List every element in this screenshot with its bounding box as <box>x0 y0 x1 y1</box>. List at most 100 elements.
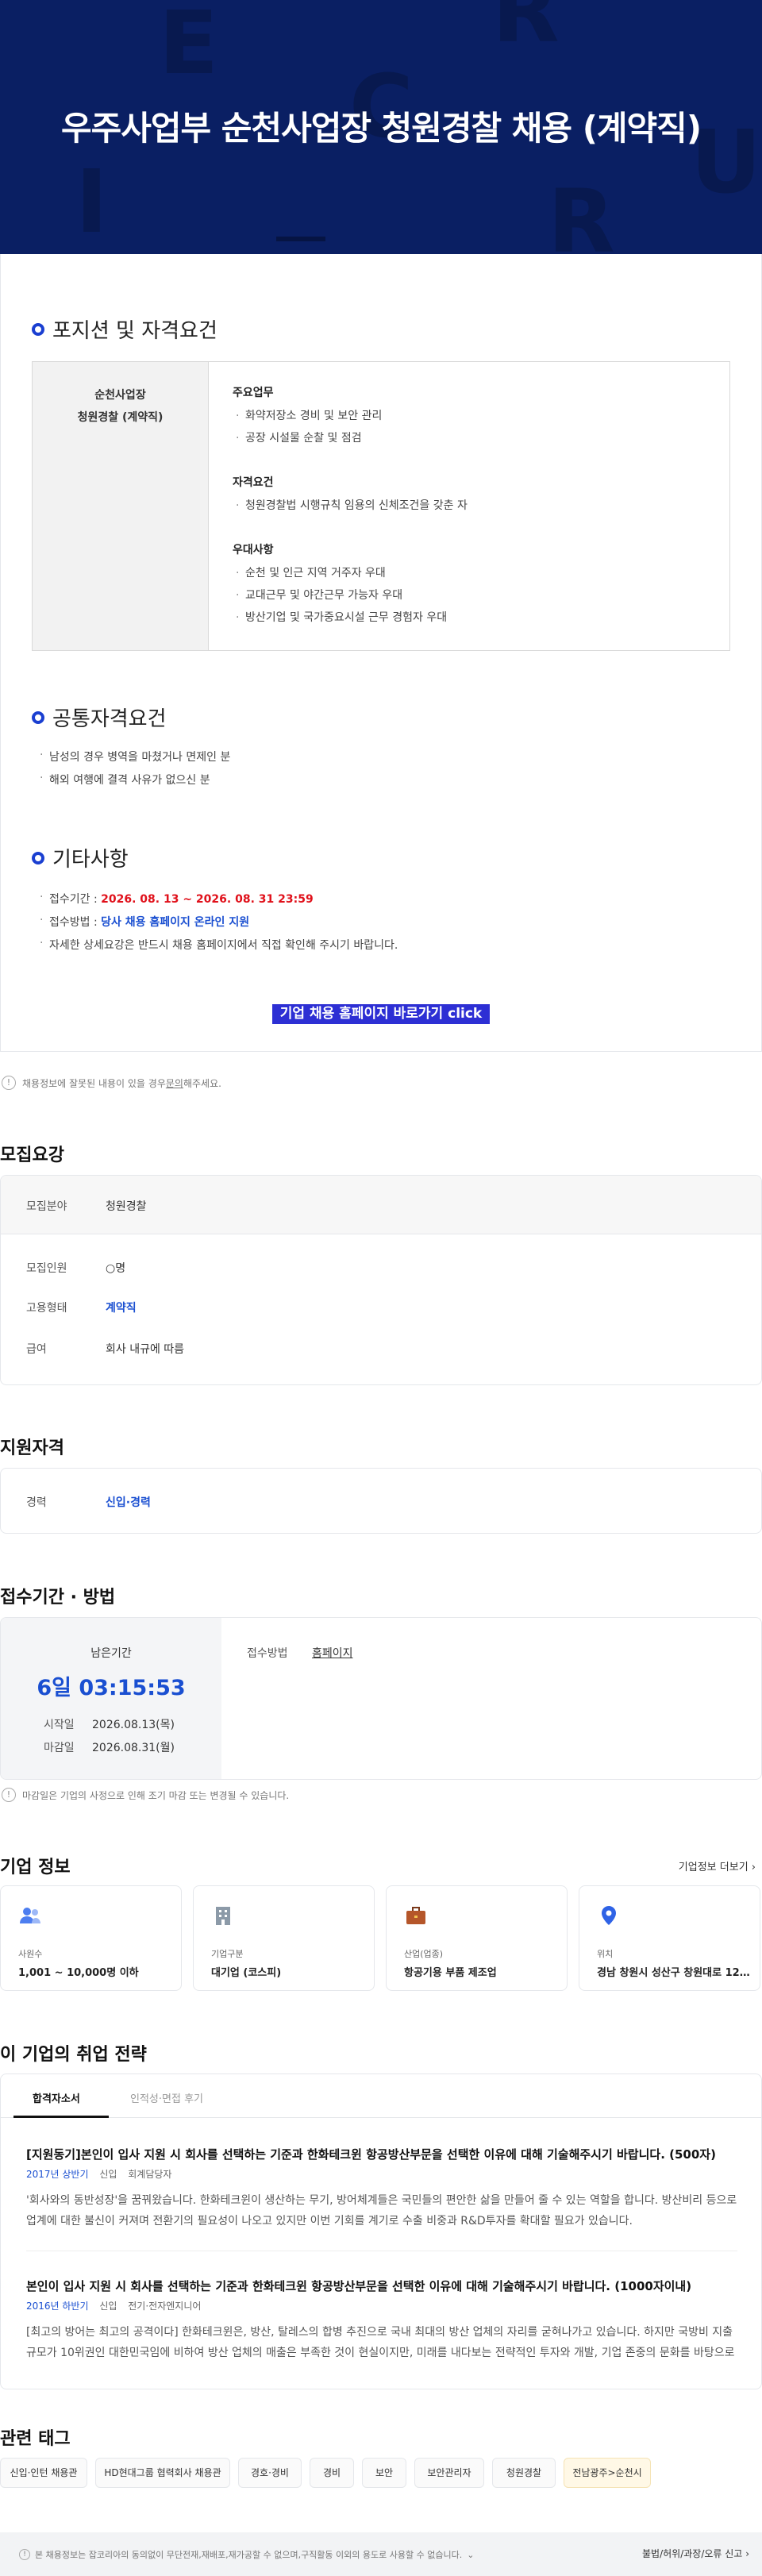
company-more-link[interactable]: 기업정보 더보기 › <box>679 1858 756 1873</box>
article-body: '회사와의 동반성장'을 꿈꿔왔습니다. 한화테크윈이 생산하는 무기, 방어체… <box>26 2194 737 2228</box>
method-label: 접수방법 : <box>49 916 102 929</box>
hero-banner: E R C U R I 우주사업부 순천사업장 청원경찰 채용 (계약직) <box>0 0 762 254</box>
tag-item[interactable]: 신입·인턴 채용관 <box>0 2458 87 2488</box>
group-item: 방산기업 및 국가중요시설 근무 경험자 우대 <box>233 606 447 629</box>
info-icon: ! <box>2 1076 16 1090</box>
report-link[interactable]: 문의 <box>166 1076 183 1090</box>
tab-cover-letter[interactable]: 합격자소서 <box>33 2090 80 2105</box>
period-heading: 접수기간 · 방법 <box>0 1588 116 1608</box>
period-value: 2026. 08. 13 ~ 2026. 08. 31 23:59 <box>101 893 314 906</box>
tag-item-location[interactable]: 전남광주>순천시 <box>564 2458 651 2488</box>
position-heading-text: 포지션 및 자격요건 <box>52 319 217 343</box>
group-title: 자격요건 <box>233 476 274 489</box>
method-link[interactable]: 홈페이지 <box>312 1645 353 1661</box>
hero-deco-bar <box>276 237 325 241</box>
end-date: 2026.08.31(월) <box>92 1742 175 1754</box>
start-date: 2026.08.13(목) <box>92 1719 175 1731</box>
hero-deco-letter: R <box>548 171 615 254</box>
recruit-value: ○명 <box>106 1262 126 1275</box>
report-note-tail: 해주세요. <box>183 1077 221 1089</box>
etc-period: 접수기간 : 2026. 08. 13 ~ 2026. 08. 31 23:59 <box>38 891 314 907</box>
recruit-value: 청원경찰 <box>106 1200 147 1213</box>
remaining-label: 남은기간 <box>90 1647 132 1660</box>
period-note: ! 마감일은 기업의 사정으로 인해 조기 마감 또는 변경될 수 있습니다. <box>2 1788 289 1802</box>
position-table: 순천사업장 청원경찰 (계약직) 주요업무 화약저장소 경비 및 보안 관리 공… <box>32 361 730 651</box>
article-role: 전기·전자엔지니어 <box>128 2301 202 2312</box>
footer-notice[interactable]: ! 본 채용정보는 잡코리아의 동의없이 무단전재,재배포,재가공할 수 없으며… <box>19 2548 474 2561</box>
company-card-employees: 사원수 1,001 ~ 10,000명 이하 <box>0 1885 182 1991</box>
tab-divider <box>1 2117 761 2118</box>
period-box: 남은기간 6일 03:15:53 시작일 2026.08.13(목) 마감일 2… <box>0 1617 762 1780</box>
card-label: 위치 <box>597 1949 614 1959</box>
report-note: ! 채용정보에 잘못된 내용이 있을 경우 문의 해주세요. <box>2 1076 221 1090</box>
ring-icon <box>32 322 44 336</box>
preference-group: 우대사항 순천 및 인근 지역 거주자 우대 교대근무 및 야간근무 가능자 우… <box>233 541 447 629</box>
tag-item[interactable]: 경비 <box>310 2458 354 2488</box>
report-note-text: 채용정보에 잘못된 내용이 있을 경우 <box>22 1077 166 1089</box>
remaining-panel: 남은기간 6일 03:15:53 시작일 2026.08.13(목) 마감일 2… <box>1 1618 221 1779</box>
tag-item[interactable]: HD현대그룹 협력회사 채용관 <box>95 2458 230 2488</box>
end-label: 마감일 <box>44 1742 75 1754</box>
period-note-text: 마감일은 기업의 사정으로 인해 조기 마감 또는 변경될 수 있습니다. <box>22 1789 290 1801</box>
requirement-group: 자격요건 청원경찰법 시행규칙 임용의 신체조건을 갖춘 자 <box>233 474 468 517</box>
hero-deco-letter: R <box>492 0 560 62</box>
article-role: 회계담당자 <box>128 2169 172 2180</box>
tag-item[interactable]: 보안관리자 <box>414 2458 484 2488</box>
active-tab-indicator <box>13 2116 109 2118</box>
recruit-label: 모집분야 <box>26 1200 67 1213</box>
common-heading-text: 공통자격요건 <box>52 707 167 731</box>
group-item: 청원경찰법 시행규칙 임용의 신체조건을 갖춘 자 <box>233 495 468 517</box>
method-label: 접수방법 <box>247 1647 288 1660</box>
location-pin-icon <box>602 1906 616 1925</box>
tag-item[interactable]: 보안 <box>362 2458 406 2488</box>
chevron-down-icon: ⌄ <box>467 2549 475 2560</box>
page: E R C U R I 우주사업부 순천사업장 청원경찰 채용 (계약직) 포지… <box>0 0 762 2576</box>
ring-icon <box>32 851 44 864</box>
position-title-cell: 순천사업장 청원경찰 (계약직) <box>33 362 209 650</box>
etc-detail: 자세한 상세요강은 반드시 채용 홈페이지에서 직접 확인해 주시기 바랍니다. <box>38 937 398 953</box>
info-icon: ! <box>2 1788 16 1802</box>
article-meta: 2016년 하반기 신입 전기·전자엔지니어 <box>26 2299 201 2312</box>
article-title[interactable]: [지원동기]본인이 입사 지원 시 회사를 선택하는 기준과 한화테크윈 항공방… <box>26 2146 741 2162</box>
tag-item[interactable]: 경호·경비 <box>238 2458 302 2488</box>
job-area: 순천사업장 <box>94 389 146 402</box>
qualification-value: 신입·경력 <box>106 1496 151 1509</box>
tags-heading: 관련 태그 <box>0 2429 71 2449</box>
group-item: 공장 시설물 순찰 및 점검 <box>233 427 382 449</box>
card-label: 산업(업종) <box>404 1949 444 1959</box>
article-body: [최고의 방어는 최고의 공격이다] 한화테크윈은, 방산, 탈레스의 합병 추… <box>26 2326 735 2359</box>
card-value: 대기업 (코스피) <box>211 1967 282 1979</box>
article-type: 신입 <box>99 2169 117 2180</box>
group-item: 교대근무 및 야간근무 가능자 우대 <box>233 584 447 606</box>
group-title: 우대사항 <box>233 544 274 556</box>
people-icon <box>20 1908 40 1923</box>
group-item: 순천 및 인근 지역 거주자 우대 <box>233 562 447 584</box>
etc-heading-text: 기타사항 <box>52 848 129 872</box>
strategy-heading: 이 기업의 취업 전략 <box>0 2045 147 2065</box>
strategy-box: 합격자소서 인적성·면접 후기 [지원동기]본인이 입사 지원 시 회사를 선택… <box>0 2074 762 2389</box>
tab-interview-review[interactable]: 인적성·면접 후기 <box>130 2090 203 2105</box>
recruit-label: 급여 <box>26 1343 47 1356</box>
hero-deco-letter: I <box>75 151 108 252</box>
building-icon <box>216 1907 230 1925</box>
job-title: 청원경찰 (계약직) <box>77 411 164 424</box>
company-homepage-button[interactable]: 기업 채용 홈페이지 바로가기 click <box>272 1004 490 1024</box>
company-card-industry: 산업(업종) 항공기용 부품 제조업 <box>386 1885 568 1991</box>
recruit-box: 모집분야 청원경찰 모집인원 ○명 고용형태 계약직 급여 회사 내규에 따름 <box>0 1175 762 1385</box>
article-title[interactable]: 본인이 입사 지원 시 회사를 선택하는 기준과 한화테크윈 항공방산부문을 선… <box>26 2278 741 2294</box>
recruit-value: 회사 내규에 따름 <box>106 1343 185 1356</box>
group-title: 주요업무 <box>233 387 274 399</box>
tag-item[interactable]: 청원경찰 <box>492 2458 556 2488</box>
qualification-heading: 지원자격 <box>0 1438 64 1458</box>
common-item: 해외 여행에 결격 사유가 없으신 분 <box>38 772 210 787</box>
recruit-value: 계약직 <box>106 1302 137 1315</box>
footer-bar: ! 본 채용정보는 잡코리아의 동의없이 무단전재,재배포,재가공할 수 없으며… <box>0 2532 762 2576</box>
footer-notice-text: 본 채용정보는 잡코리아의 동의없이 무단전재,재배포,재가공할 수 없으며,구… <box>35 2550 463 2560</box>
duty-group: 주요업무 화약저장소 경비 및 보안 관리 공장 시설물 순찰 및 점검 <box>233 384 382 449</box>
common-heading: 공통자격요건 <box>32 703 167 732</box>
qualification-box: 경력 신입·경력 <box>0 1468 762 1534</box>
report-button[interactable]: 불법/허위/과장/오류 신고 › <box>642 2547 749 2560</box>
recruit-label: 고용형태 <box>26 1302 67 1315</box>
method-value: 당사 채용 홈페이지 온라인 지원 <box>101 916 250 929</box>
start-label: 시작일 <box>44 1719 75 1731</box>
